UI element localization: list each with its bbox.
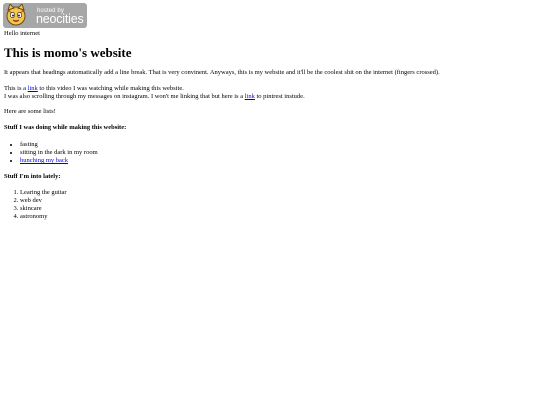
list-item: Learing the guitar [20,189,534,197]
video-line-text: to this video I was watching while makin… [37,85,184,92]
neocities-logo-text: neocities [36,12,84,26]
video-link[interactable]: link [28,85,38,92]
making-list: fasting sitting in the dark in my room h… [4,141,534,165]
video-line-text: This is a [4,85,28,92]
main-content: Hello internet This is momo's website It… [4,28,534,221]
making-list-heading: Stuff I was doing while making this webs… [4,124,127,131]
list-item: fasting [20,141,534,149]
neocities-badge[interactable]: hosted by neocities [3,3,87,28]
page: hosted by neocities Hello internet This … [0,0,540,405]
into-list-heading: Stuff I'm into lately: [4,173,61,180]
lists-intro-text: Here are some lists! [4,108,56,115]
pinterest-line-text: to pintrest instude. [254,93,305,100]
pinterest-link[interactable]: link [245,93,255,100]
list-item: web dev [20,197,534,205]
list-item: skincare [20,205,534,213]
into-list: Learing the guitar web dev skincare astr… [4,189,534,221]
links-paragraph: This is a link to this video I was watch… [4,85,534,101]
neocities-cat-icon [6,4,26,26]
greeting-text: Hello internet [4,30,40,37]
list-item: sitting in the dark in my room [20,149,534,157]
page-title: This is momo's website [4,45,132,60]
pinterest-line-text: I was also scrolling through my messages… [4,93,245,100]
hunching-link[interactable]: hunching my back [20,157,68,164]
list-item: hunching my back [20,157,534,165]
intro-paragraph: It appears that headings automatically a… [4,69,440,76]
list-item: astronomy [20,213,534,221]
